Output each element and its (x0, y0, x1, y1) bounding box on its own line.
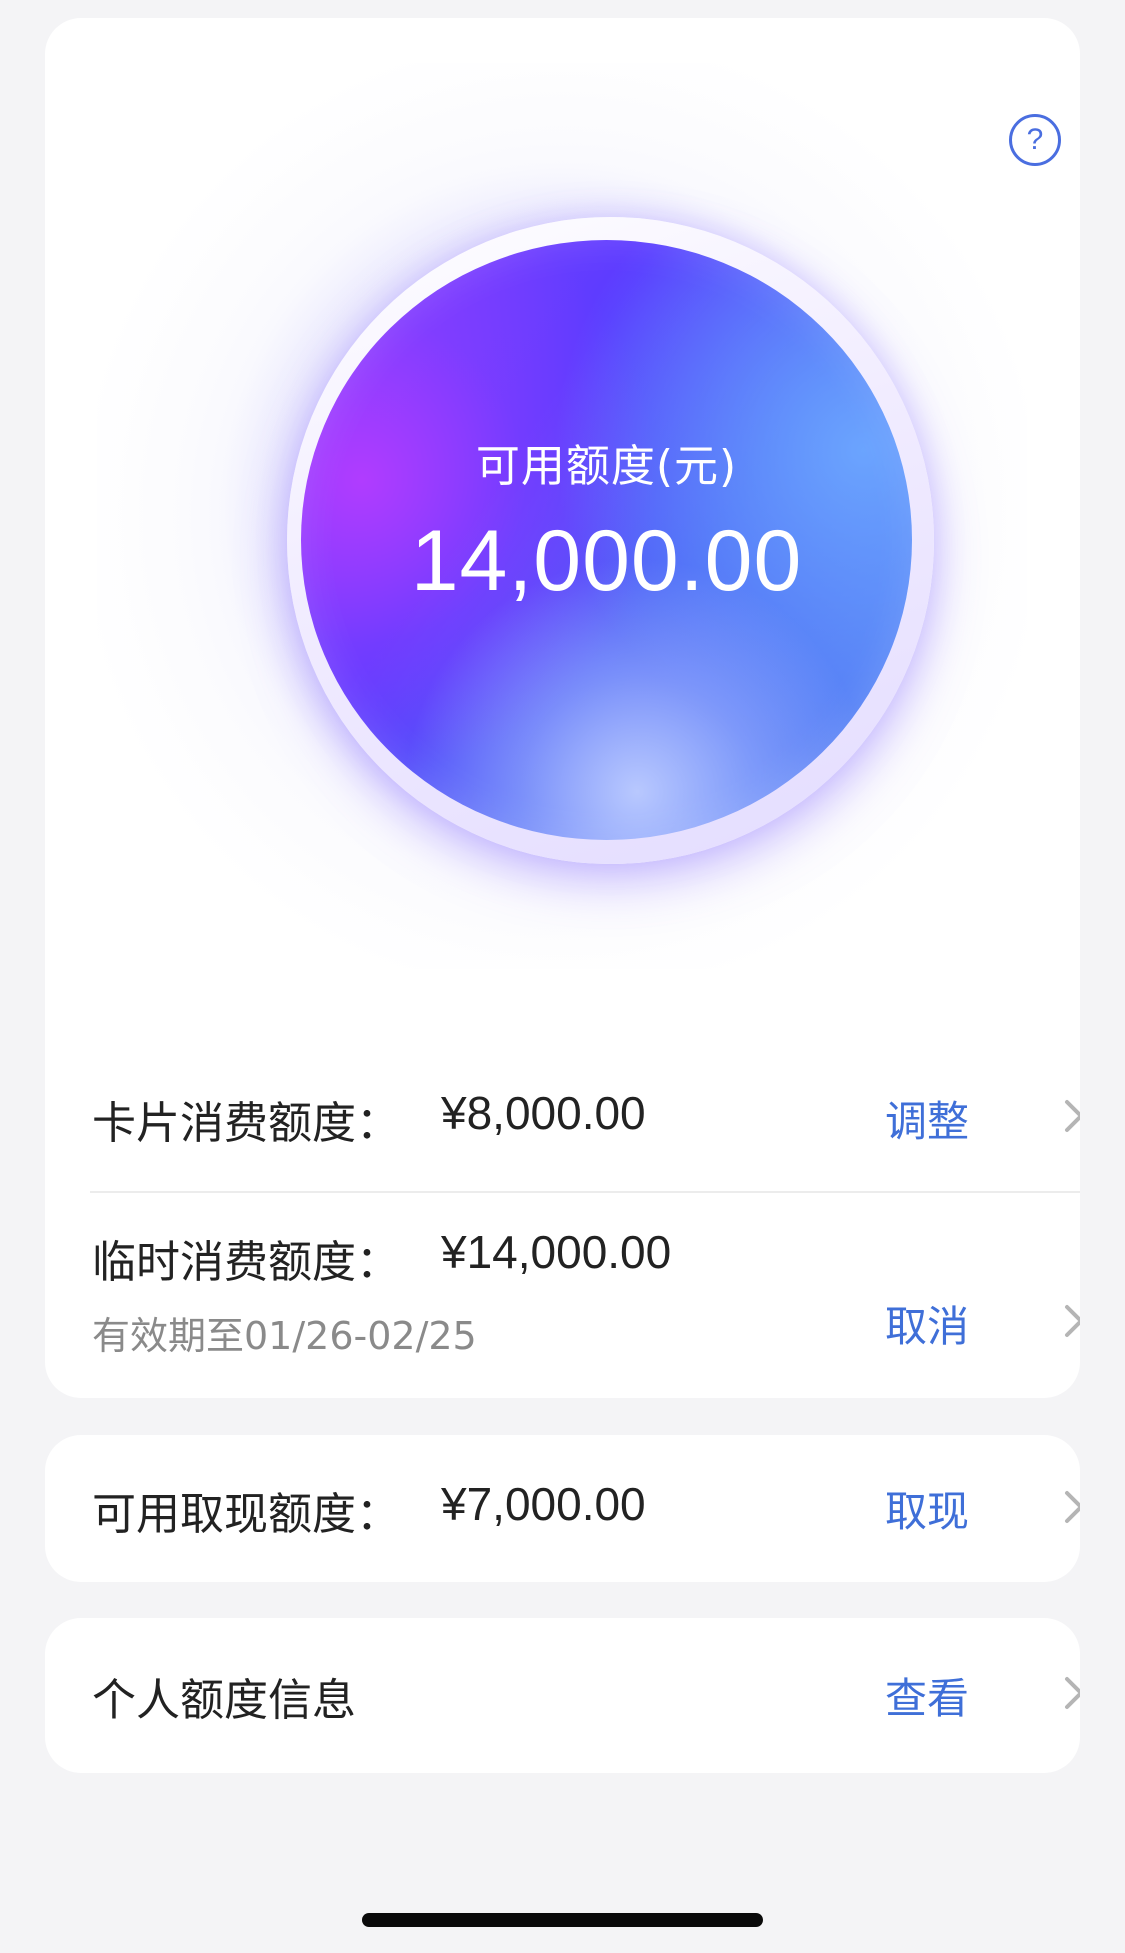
chevron-right-icon (1065, 1100, 1080, 1132)
cancel-button[interactable]: 取消 (885, 1293, 969, 1354)
limit-hero: 可用额度(元) 14,000.00 (97, 63, 1027, 969)
view-button[interactable]: 查看 (885, 1665, 969, 1726)
temp-spend-row[interactable]: 临时消费额度： ¥14,000.00 有效期至01/26-02/25 取消 (45, 1198, 1080, 1388)
withdraw-button[interactable]: 取现 (885, 1478, 969, 1539)
personal-limit-info-label: 个人额度信息 (92, 1675, 356, 1726)
home-indicator[interactable] (362, 1913, 763, 1927)
card-spend-label: 卡片消费额度： (92, 1098, 400, 1149)
cash-limit-label: 可用取现额度： (92, 1489, 400, 1540)
card-spend-value: ¥8,000.00 (441, 1087, 646, 1139)
available-limit-amount: 14,000.00 (410, 513, 803, 609)
temp-spend-label: 临时消费额度： (92, 1237, 400, 1288)
cash-limit-value: ¥7,000.00 (441, 1478, 646, 1530)
chevron-right-icon (1065, 1305, 1080, 1337)
credit-limit-card: 可用额度(元) 14,000.00 ? 卡片消费额度： ¥8,000.00 调整… (45, 18, 1080, 1398)
help-icon[interactable]: ? (1009, 114, 1061, 166)
adjust-button[interactable]: 调整 (885, 1088, 969, 1149)
available-limit-label: 可用额度(元) (475, 441, 738, 492)
personal-limit-info-card[interactable]: 个人额度信息 查看 (45, 1618, 1080, 1773)
available-limit-orb: 可用额度(元) 14,000.00 (301, 240, 912, 840)
chevron-right-icon (1065, 1677, 1080, 1709)
chevron-right-icon (1065, 1491, 1080, 1523)
row-divider (90, 1191, 1080, 1193)
temp-spend-value: ¥14,000.00 (441, 1226, 672, 1278)
temp-spend-validity: 有效期至01/26-02/25 (92, 1314, 477, 1358)
card-spend-row[interactable]: 卡片消费额度： ¥8,000.00 调整 (45, 1058, 1080, 1168)
cash-limit-card[interactable]: 可用取现额度： ¥7,000.00 取现 (45, 1435, 1080, 1582)
